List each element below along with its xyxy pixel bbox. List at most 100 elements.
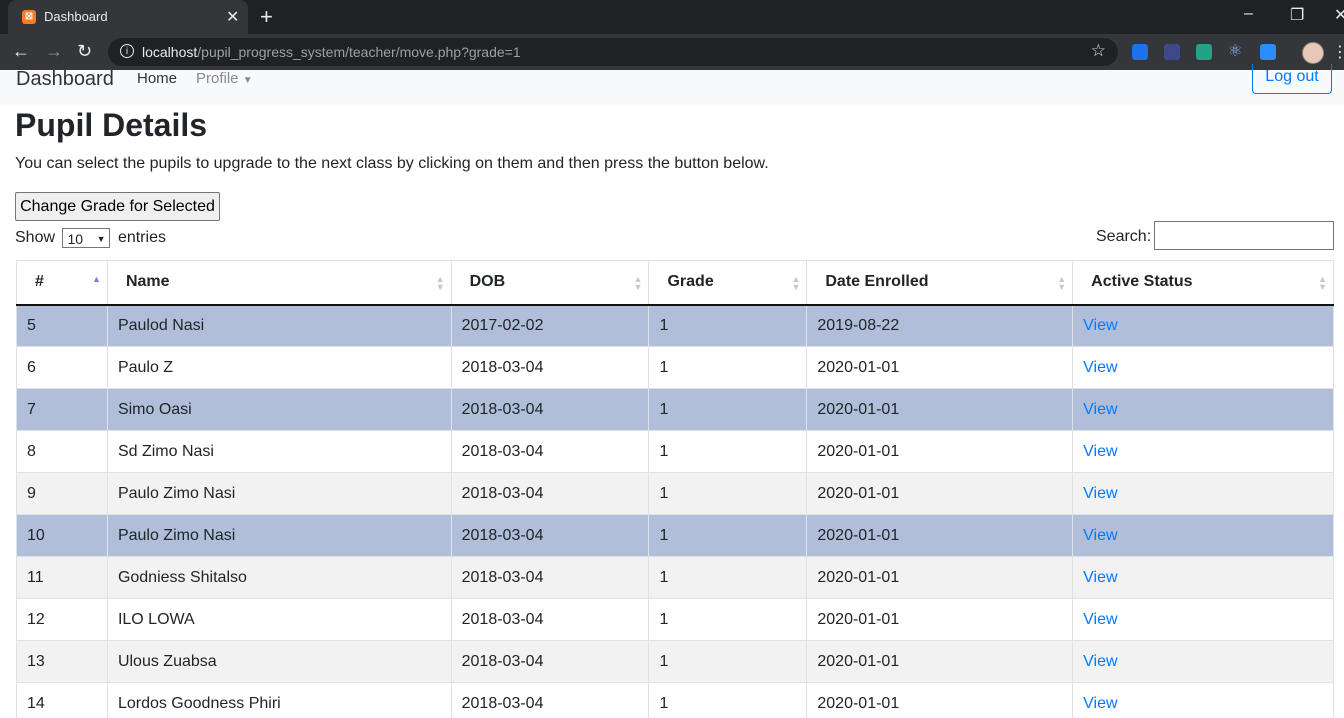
col-header-active-status[interactable]: Active Status ▲ ▼ [1072,260,1334,306]
view-link[interactable]: View [1083,611,1117,628]
cell-name: Paulod Nasi [106,304,452,347]
view-link[interactable]: View [1083,527,1117,544]
view-link[interactable]: View [1083,401,1117,418]
select-arrow-icon: ▼ [96,234,106,244]
extension-cast-icon[interactable] [1132,44,1148,60]
cell-status: View [1072,556,1334,599]
cell-name: Paulo Z [106,346,452,389]
entries-label: entries [117,229,166,246]
page-navbar: Dashboard Home Profile ▼ Log out [0,64,1344,105]
view-link[interactable]: View [1083,653,1117,670]
cell-status: View [1072,388,1334,431]
cell-dob: 2018-03-04 [450,556,650,599]
cell-id: 11 [16,556,108,599]
cell-dob: 2018-03-04 [450,346,650,389]
col-header-id[interactable]: # ▲ [16,260,108,306]
pupils-table: # ▲ Name ▲ ▼ DOB ▲ ▼ Grade ▲ ▼ Date Enrolled ▲ ▼ … [16,260,1334,718]
close-tab-icon[interactable]: ✕ [226,7,239,27]
table-row[interactable]: 7 Simo Oasi 2018-03-04 1 2020-01-01 View [16,388,1334,431]
intro-text: You can select the pupils to upgrade to … [15,155,769,172]
col-header-label: Active Status [1091,273,1193,291]
profile-avatar[interactable] [1302,42,1324,64]
new-tab-icon[interactable]: + [260,4,273,30]
restore-icon[interactable]: ❐ [1290,5,1304,25]
table-header-row: # ▲ Name ▲ ▼ DOB ▲ ▼ Grade ▲ ▼ Date Enrolled ▲ ▼ … [16,260,1334,306]
back-arrow-icon[interactable]: ← [12,41,30,62]
col-header-dob[interactable]: DOB ▲ ▼ [450,260,650,306]
table-row[interactable]: 5 Paulod Nasi 2017-02-02 1 2019-08-22 Vi… [16,304,1334,347]
cell-status: View [1072,304,1334,347]
cell-grade: 1 [648,598,808,641]
table-row[interactable]: 9 Paulo Zimo Nasi 2018-03-04 1 2020-01-0… [16,472,1334,515]
cell-name: Paulo Zimo Nasi [106,514,452,557]
info-icon[interactable]: i [120,44,134,58]
view-link[interactable]: View [1083,485,1117,502]
view-link[interactable]: View [1083,359,1117,376]
logout-button[interactable]: Log out [1252,64,1332,94]
col-header-date-enrolled[interactable]: Date Enrolled ▲ ▼ [806,260,1074,306]
table-row[interactable]: 10 Paulo Zimo Nasi 2018-03-04 1 2020-01-… [16,514,1334,557]
nav-profile-dropdown[interactable]: Profile ▼ [196,70,253,87]
search-input[interactable] [1154,221,1334,250]
cell-grade: 1 [648,556,808,599]
col-header-name[interactable]: Name ▲ ▼ [106,260,452,306]
url-path: /pupil_progress_system/teacher/move.php?… [197,44,521,60]
address-bar[interactable]: i localhost/pupil_progress_system/teache… [108,38,1118,66]
cell-name: Simo Oasi [106,388,452,431]
table-row[interactable]: 13 Ulous Zuabsa 2018-03-04 1 2020-01-01 … [16,640,1334,683]
cell-grade: 1 [648,388,808,431]
cell-grade: 1 [648,640,808,683]
change-grade-button[interactable]: Change Grade for Selected [15,192,220,221]
view-link[interactable]: View [1083,569,1117,586]
forward-arrow-icon[interactable]: → [45,41,63,62]
cell-date-enrolled: 2020-01-01 [806,598,1074,641]
navbar-brand[interactable]: Dashboard [16,68,114,91]
cell-status: View [1072,472,1334,515]
table-row[interactable]: 12 ILO LOWA 2018-03-04 1 2020-01-01 View [16,598,1334,641]
cell-date-enrolled: 2020-01-01 [806,430,1074,473]
bookmark-star-icon[interactable]: ☆ [1091,41,1106,61]
browser-tab[interactable]: ⊠ Dashboard ✕ [8,0,248,34]
cell-dob: 2018-03-04 [450,640,650,683]
browser-menu-icon[interactable]: ⋮ [1332,42,1344,62]
cell-status: View [1072,514,1334,557]
zoom-extension-icon[interactable] [1260,44,1276,60]
cell-id: 14 [16,682,108,718]
cell-name: ILO LOWA [106,598,452,641]
cell-grade: 1 [648,514,808,557]
cell-grade: 1 [648,430,808,473]
extension-icon[interactable] [1164,44,1180,60]
cell-status: View [1072,682,1334,718]
close-window-icon[interactable]: ✕ [1334,5,1344,25]
view-link[interactable]: View [1083,695,1117,712]
cell-date-enrolled: 2020-01-01 [806,640,1074,683]
table-row[interactable]: 11 Godniess Shitalso 2018-03-04 1 2020-0… [16,556,1334,599]
minimize-icon[interactable]: – [1244,5,1253,23]
reload-icon[interactable]: ↻ [77,41,92,62]
url-text[interactable]: localhost/pupil_progress_system/teacher/… [142,44,521,60]
view-link[interactable]: View [1083,317,1117,334]
cell-id: 10 [16,514,108,557]
search-label: Search: [1096,228,1152,245]
tab-title: Dashboard [44,9,108,24]
cell-id: 13 [16,640,108,683]
table-row[interactable]: 6 Paulo Z 2018-03-04 1 2020-01-01 View [16,346,1334,389]
nav-profile-label: Profile [196,70,239,87]
cell-date-enrolled: 2020-01-01 [806,472,1074,515]
sort-asc-icon: ▲ [92,274,101,284]
cell-id: 9 [16,472,108,515]
table-row[interactable]: 14 Lordos Goodness Phiri 2018-03-04 1 20… [16,682,1334,718]
col-header-grade[interactable]: Grade ▲ ▼ [648,260,808,306]
entries-select-value: 10 [67,231,84,247]
extension-pen-icon[interactable] [1196,44,1212,60]
col-header-label: Grade [667,273,714,291]
entries-select[interactable]: 10 ▼ [62,228,111,248]
react-devtools-icon[interactable]: ⚛ [1228,44,1244,60]
cell-dob: 2018-03-04 [450,514,650,557]
table-row[interactable]: 8 Sd Zimo Nasi 2018-03-04 1 2020-01-01 V… [16,430,1334,473]
cell-id: 12 [16,598,108,641]
view-link[interactable]: View [1083,443,1117,460]
sort-icon: ▲ ▼ [791,274,801,292]
cell-grade: 1 [648,304,808,347]
nav-home-link[interactable]: Home [137,70,177,87]
